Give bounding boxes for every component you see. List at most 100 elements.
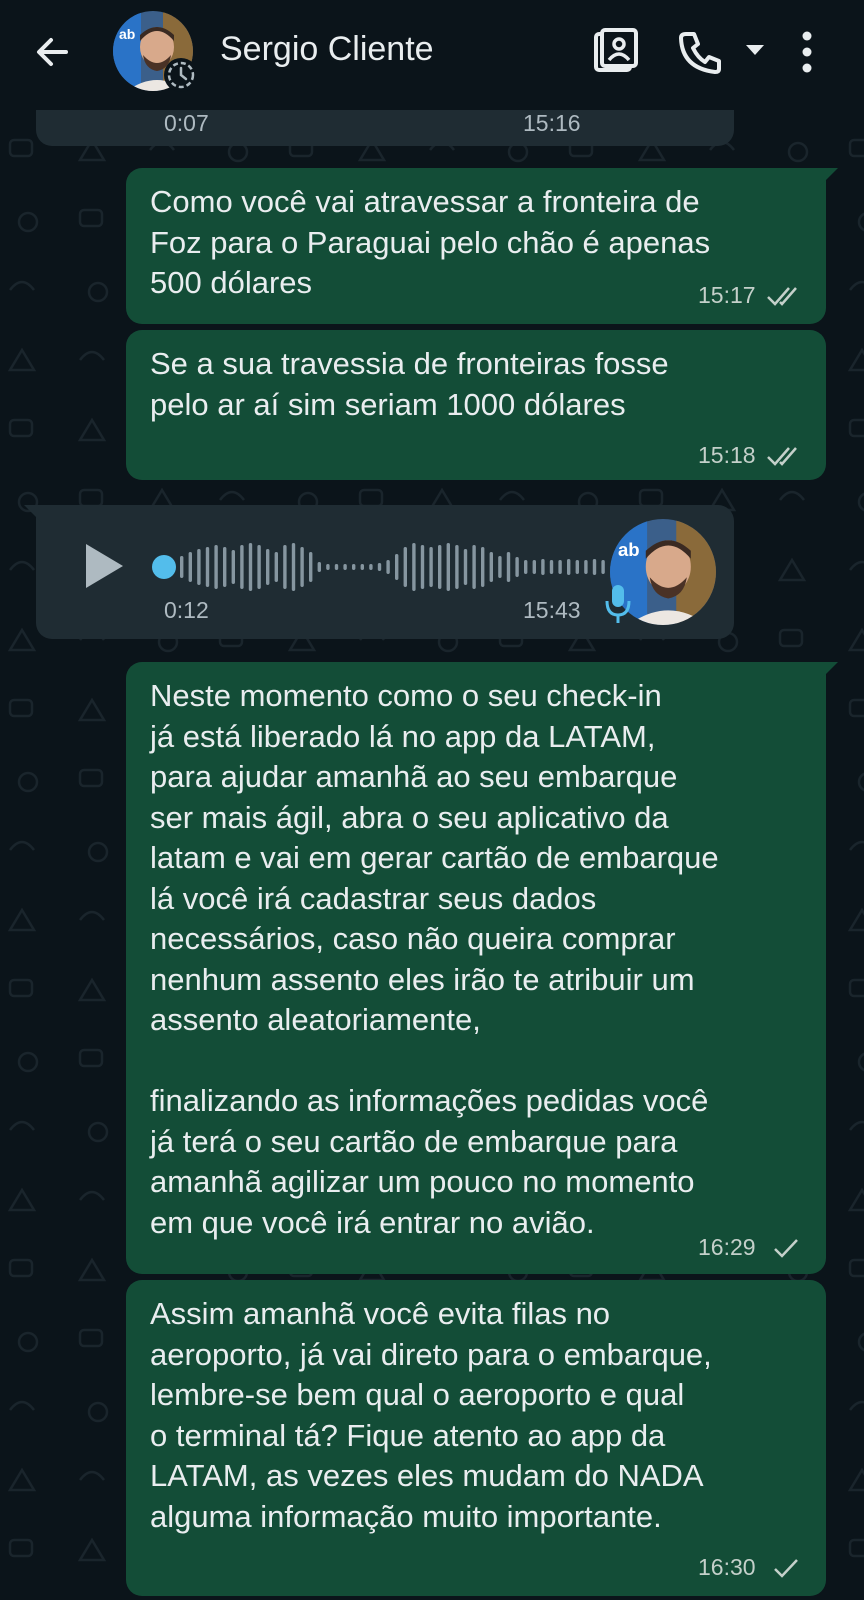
waveform-bar	[584, 560, 588, 574]
check-icon	[774, 1559, 798, 1578]
waveform-bar	[420, 545, 425, 589]
wallpaper-doodle	[857, 492, 864, 512]
wallpaper-doodle	[77, 417, 107, 442]
check-icon	[774, 1239, 798, 1258]
message-time: 16:29	[698, 1234, 756, 1260]
wallpaper-doodle	[848, 698, 864, 718]
waveform-bar	[223, 547, 227, 587]
wallpaper-doodle	[7, 1467, 37, 1492]
wallpaper-doodle	[79, 350, 105, 361]
waveform-bar	[446, 543, 450, 591]
voice-message[interactable]: 0:12 15:43 ab	[36, 505, 734, 639]
waveform-bar	[205, 547, 210, 587]
wallpaper-doodle	[847, 1187, 864, 1212]
waveform-bar	[455, 545, 459, 589]
outgoing-message[interactable]: Como você vai atravessar a fronteira de …	[126, 168, 826, 324]
outgoing-message[interactable]: Assim amanhã você evita filas no aeropor…	[126, 1280, 826, 1596]
phone-icon[interactable]	[678, 30, 722, 74]
waveform-bar	[558, 560, 562, 574]
wallpaper-doodle	[9, 840, 35, 851]
waveform-bar	[498, 556, 502, 578]
waveform-bar	[567, 559, 571, 575]
message-text: Assim amanhã você evita filas no aeropor…	[150, 1296, 712, 1534]
wallpaper-doodle	[219, 490, 245, 501]
wallpaper-doodle	[77, 697, 107, 722]
waveform-bar	[377, 563, 382, 571]
wallpaper-doodle	[778, 628, 804, 648]
message-time: 15:16	[523, 110, 581, 136]
wallpaper-doodle	[857, 1052, 864, 1072]
wallpaper-doodle	[848, 978, 864, 998]
waveform-bar	[386, 560, 390, 574]
wallpaper-doodle	[87, 841, 109, 863]
wallpaper-doodle	[9, 560, 35, 571]
waveform-bar	[429, 547, 433, 587]
wallpaper-doodle	[848, 138, 864, 158]
waveform-bar	[506, 552, 511, 582]
wallpaper-doodle	[9, 1400, 35, 1411]
voice-duration: 0:07	[164, 110, 209, 136]
waveform-bar	[403, 547, 407, 587]
wallpaper-doodle	[77, 1537, 107, 1562]
wallpaper-doodle	[87, 1401, 109, 1423]
wallpaper-doodle	[358, 488, 384, 508]
waveform-bar	[438, 545, 442, 589]
play-icon[interactable]	[82, 541, 126, 591]
double-check-icon	[767, 287, 797, 306]
wallpaper-doodle	[79, 910, 105, 921]
waveform-bar	[592, 559, 597, 575]
waveform-bar	[283, 545, 287, 589]
message-text: Neste momento como o seu check-in já est…	[150, 678, 719, 1240]
waveform-bar	[231, 550, 235, 584]
waveform-bar	[532, 560, 536, 574]
outgoing-message[interactable]: Se a sua travessia de fronteiras fosse p…	[126, 330, 826, 480]
wallpaper-doodle	[849, 1400, 864, 1411]
wallpaper-doodle	[87, 1121, 109, 1143]
arrow-left-icon[interactable]	[32, 32, 72, 72]
wallpaper-doodle	[848, 418, 864, 438]
voice-waveform[interactable]	[180, 535, 620, 599]
wallpaper-doodle	[77, 1257, 107, 1282]
wallpaper-doodle	[8, 978, 34, 998]
waveform-bar	[266, 549, 270, 585]
video-call-icon[interactable]	[592, 28, 640, 76]
waveform-bar	[489, 552, 493, 582]
waveform-bar	[541, 559, 545, 575]
wallpaper-doodle	[78, 208, 104, 228]
wallpaper-doodle	[847, 627, 864, 652]
wallpaper-doodle	[849, 1120, 864, 1131]
wallpaper-doodle	[79, 1190, 105, 1201]
wallpaper-doodle	[848, 1538, 864, 1558]
voice-progress-dot[interactable]	[152, 555, 176, 579]
chat-header: ab Sergio Cliente	[0, 0, 864, 110]
waveform-bar	[343, 564, 347, 570]
wallpaper-doodle	[17, 1331, 39, 1353]
wallpaper-doodle	[8, 1258, 34, 1278]
avatar-badge-text: ab	[618, 539, 640, 560]
chevron-down-icon[interactable]	[744, 42, 766, 58]
message-time: 15:17	[698, 282, 756, 308]
wallpaper-doodle	[9, 280, 35, 291]
waveform-bar	[472, 545, 476, 589]
more-vert-icon[interactable]	[800, 30, 814, 74]
waveform-bar	[309, 552, 313, 582]
waveform-bar	[369, 564, 373, 570]
wallpaper-doodle	[17, 1051, 39, 1073]
waveform-bar	[395, 554, 399, 580]
wallpaper-doodle	[849, 280, 864, 291]
wallpaper-doodle	[857, 772, 864, 792]
waveform-bar	[463, 549, 468, 585]
contact-name[interactable]: Sergio Cliente	[220, 30, 434, 69]
bubble-tail	[820, 168, 838, 186]
waveform-bar	[334, 564, 339, 570]
message-time: 16:30	[698, 1554, 756, 1580]
message-text: Como você vai atravessar a fronteira de …	[150, 184, 711, 300]
outgoing-message[interactable]: Neste momento como o seu check-in já est…	[126, 662, 826, 1274]
wallpaper-doodle	[848, 1258, 864, 1278]
status-icon	[164, 58, 198, 92]
waveform-bar	[575, 560, 579, 574]
wallpaper-doodle	[78, 1048, 104, 1068]
waveform-bar	[360, 564, 364, 570]
wallpaper-doodle	[9, 1120, 35, 1131]
wallpaper-doodle	[78, 768, 104, 788]
